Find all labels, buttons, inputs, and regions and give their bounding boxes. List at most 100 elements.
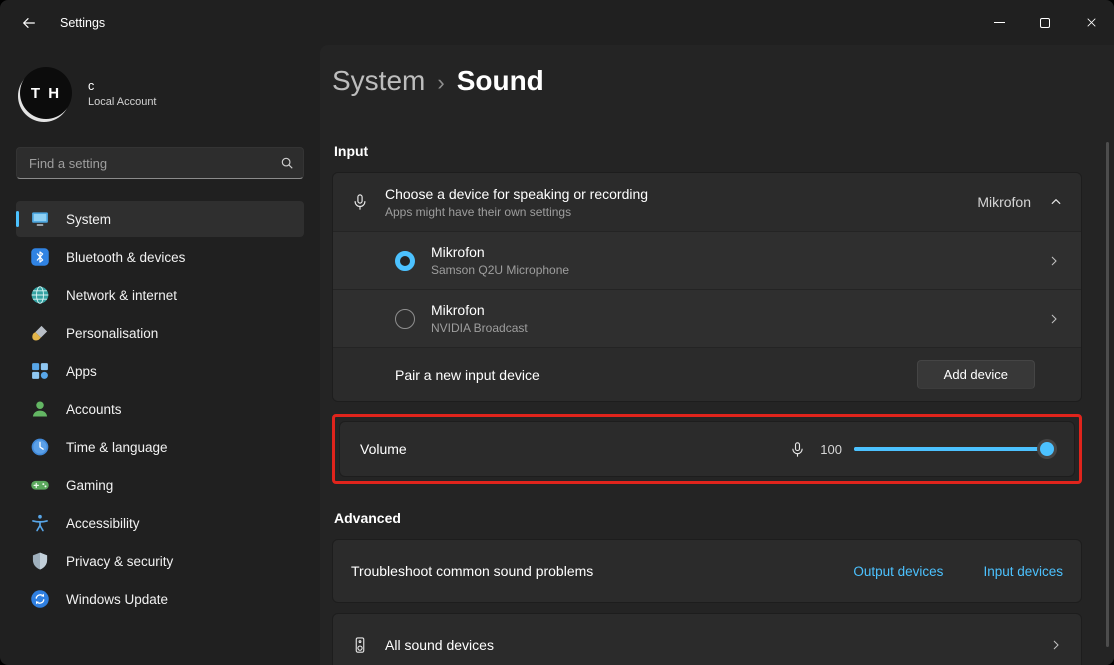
- slider-track[interactable]: [854, 447, 1054, 451]
- device-detail: NVIDIA Broadcast: [431, 321, 528, 335]
- volume-slider-thumb[interactable]: [1040, 442, 1054, 456]
- sidebar-item-accessibility[interactable]: Accessibility: [16, 505, 304, 541]
- sidebar-item-network-internet[interactable]: Network & internet: [16, 277, 304, 313]
- slider-fill: [854, 447, 1054, 451]
- troubleshoot-label: Troubleshoot common sound problems: [351, 563, 593, 579]
- add-device-button[interactable]: Add device: [917, 360, 1035, 389]
- page-title: Sound: [457, 65, 544, 97]
- volume-row: Volume 100: [339, 421, 1075, 477]
- user-name: c: [88, 79, 157, 93]
- titlebar: Settings: [0, 0, 1114, 45]
- search-box: [16, 147, 304, 179]
- chevron-right-icon[interactable]: [1047, 254, 1061, 268]
- sidebar-item-bluetooth-devices[interactable]: Bluetooth & devices: [16, 239, 304, 275]
- device-option-nvidia[interactable]: Mikrofon NVIDIA Broadcast: [333, 289, 1081, 347]
- sidebar-item-time-language[interactable]: Time & language: [16, 429, 304, 465]
- sidebar-item-label: Bluetooth & devices: [66, 250, 185, 265]
- annotation-rectangle: Volume 100: [332, 414, 1082, 484]
- volume-value: 100: [818, 442, 842, 457]
- main-content: System › Sound Input Choose a device for…: [320, 45, 1114, 665]
- close-icon: [1085, 16, 1098, 29]
- sidebar-item-label: Accessibility: [66, 516, 140, 531]
- close-button[interactable]: [1068, 0, 1114, 45]
- chevron-right-icon[interactable]: [1049, 638, 1063, 652]
- radio-unselected-icon[interactable]: [395, 309, 415, 329]
- all-sound-devices-row[interactable]: All sound devices: [332, 613, 1082, 665]
- avatar: T H: [20, 67, 72, 119]
- user-account-block[interactable]: T H c Local Account: [20, 67, 300, 119]
- expander-subtitle: Apps might have their own settings: [385, 205, 648, 219]
- scrollbar[interactable]: [1106, 142, 1109, 647]
- selected-device-value: Mikrofon: [977, 194, 1031, 210]
- sidebar-item-windows-update[interactable]: Windows Update: [16, 581, 304, 617]
- maximize-button[interactable]: [1022, 0, 1068, 45]
- shield-icon: [30, 551, 50, 571]
- bluetooth-icon: [30, 247, 50, 267]
- sidebar-item-accounts[interactable]: Accounts: [16, 391, 304, 427]
- apps-grid-icon: [30, 361, 50, 381]
- back-arrow-icon: [21, 15, 37, 31]
- pair-device-row: Pair a new input device Add device: [333, 347, 1081, 401]
- sidebar-item-label: Apps: [66, 364, 97, 379]
- clock-icon: [30, 437, 50, 457]
- output-devices-link[interactable]: Output devices: [853, 564, 943, 579]
- sidebar-item-label: Gaming: [66, 478, 113, 493]
- device-name: Mikrofon: [431, 244, 569, 260]
- sidebar-item-label: Accounts: [66, 402, 122, 417]
- minimize-button[interactable]: [976, 0, 1022, 45]
- window-controls: [976, 0, 1114, 45]
- sidebar-item-label: Time & language: [66, 440, 168, 455]
- microphone-icon: [351, 193, 369, 211]
- sidebar-item-gaming[interactable]: Gaming: [16, 467, 304, 503]
- expander-title: Choose a device for speaking or recordin…: [385, 186, 648, 202]
- device-option-samson[interactable]: Mikrofon Samson Q2U Microphone: [333, 231, 1081, 289]
- person-icon: [30, 399, 50, 419]
- back-button[interactable]: [12, 8, 46, 38]
- pair-device-label: Pair a new input device: [395, 367, 540, 383]
- search-input[interactable]: [16, 147, 304, 179]
- sidebar-item-personalisation[interactable]: Personalisation: [16, 315, 304, 351]
- sidebar-item-label: Personalisation: [66, 326, 158, 341]
- sidebar-item-label: Windows Update: [66, 592, 168, 607]
- radio-selected-icon[interactable]: [395, 251, 415, 271]
- update-arrows-icon: [30, 589, 50, 609]
- speaker-device-icon: [351, 636, 369, 654]
- selected-indicator: [16, 211, 19, 227]
- breadcrumb: System › Sound: [332, 65, 1082, 97]
- breadcrumb-system[interactable]: System: [332, 65, 425, 97]
- input-devices-link[interactable]: Input devices: [983, 564, 1063, 579]
- gamepad-icon: [30, 475, 50, 495]
- sidebar: T H c Local Account System: [0, 45, 320, 665]
- minimize-icon: [994, 22, 1005, 23]
- search-icon[interactable]: [280, 156, 294, 170]
- device-detail: Samson Q2U Microphone: [431, 263, 569, 277]
- sidebar-item-label: System: [66, 212, 111, 227]
- window-title: Settings: [60, 16, 105, 30]
- sidebar-nav: System Bluetooth & devices Network & int…: [16, 201, 304, 617]
- maximize-icon: [1040, 18, 1050, 28]
- sidebar-item-label: Network & internet: [66, 288, 177, 303]
- chevron-up-icon[interactable]: [1049, 195, 1063, 209]
- troubleshoot-row: Troubleshoot common sound problems Outpu…: [332, 539, 1082, 603]
- volume-slider[interactable]: [854, 438, 1054, 460]
- network-globe-icon: [30, 285, 50, 305]
- paintbrush-icon: [30, 323, 50, 343]
- sidebar-item-label: Privacy & security: [66, 554, 173, 569]
- breadcrumb-separator-icon: ›: [437, 70, 444, 96]
- system-icon: [30, 209, 50, 229]
- sidebar-item-privacy-security[interactable]: Privacy & security: [16, 543, 304, 579]
- chevron-right-icon[interactable]: [1047, 312, 1061, 326]
- sidebar-item-system[interactable]: System: [16, 201, 304, 237]
- accessibility-icon: [30, 513, 50, 533]
- sidebar-item-apps[interactable]: Apps: [16, 353, 304, 389]
- input-device-card-group: Choose a device for speaking or recordin…: [332, 172, 1082, 402]
- microphone-icon: [789, 441, 806, 458]
- account-type-label: Local Account: [88, 96, 157, 108]
- settings-window: Settings T H c Local Account: [0, 0, 1114, 665]
- device-name: Mikrofon: [431, 302, 528, 318]
- choose-device-expander[interactable]: Choose a device for speaking or recordin…: [333, 173, 1081, 231]
- volume-label: Volume: [360, 441, 407, 457]
- all-sound-devices-label: All sound devices: [385, 637, 494, 653]
- advanced-section-header: Advanced: [334, 510, 1082, 526]
- input-section-header: Input: [334, 143, 1082, 159]
